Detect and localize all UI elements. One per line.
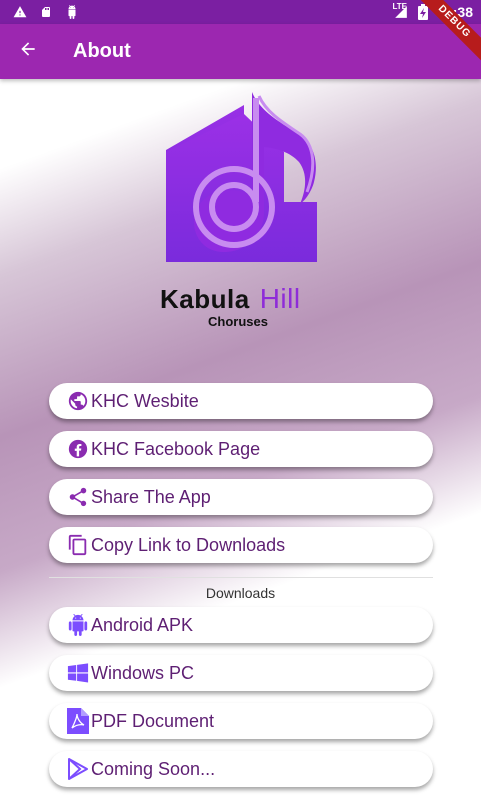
page-title: About: [73, 40, 131, 62]
windows-icon: [66, 661, 90, 685]
android-icon: [66, 613, 90, 637]
android-notification-icon: [64, 4, 80, 20]
copy-link-button[interactable]: Copy Link to Downloads: [49, 527, 433, 563]
brand-name: Kabula: [160, 284, 250, 314]
about-content: Kabula Hill Choruses KHC Wesbite KHC Fac…: [0, 79, 481, 800]
share-app-button-label: Share The App: [91, 486, 211, 507]
windows-pc-button-label: Windows PC: [91, 662, 195, 683]
app-bar: About: [0, 24, 481, 79]
facebook-button-label: KHC Facebook Page: [91, 438, 261, 459]
brand-subtitle: Choruses: [208, 314, 268, 329]
kabula-hill-logo: [166, 92, 317, 262]
coming-soon-button-label: Coming Soon...: [91, 758, 216, 779]
share-icon: [66, 485, 90, 509]
brand-title: Kabula Hill: [160, 283, 301, 315]
windows-pc-button[interactable]: Windows PC: [49, 655, 433, 691]
status-bar: LTE 10:38: [0, 0, 481, 24]
share-app-button[interactable]: Share The App: [49, 479, 433, 515]
downloads-heading: Downloads: [205, 585, 276, 601]
android-apk-button-label: Android APK: [91, 614, 194, 635]
pdf-document-button[interactable]: PDF Document: [49, 703, 433, 739]
copy-link-button-label: Copy Link to Downloads: [91, 534, 286, 555]
brand-accent: Hill: [259, 283, 301, 314]
back-button[interactable]: [0, 24, 56, 79]
warning-icon: [12, 4, 28, 20]
copy-icon: [66, 533, 90, 557]
facebook-button[interactable]: KHC Facebook Page: [49, 431, 433, 467]
pdf-document-button-label: PDF Document: [91, 710, 215, 731]
status-left-icons: [0, 4, 80, 20]
coming-soon-button[interactable]: Coming Soon...: [49, 751, 433, 787]
website-button[interactable]: KHC Wesbite: [49, 383, 433, 419]
facebook-icon: [66, 437, 90, 461]
globe-icon: [66, 389, 90, 413]
pdf-icon: [66, 708, 90, 734]
network-type: LTE: [392, 2, 407, 11]
play-store-icon: [66, 757, 90, 781]
divider: [49, 577, 433, 578]
arrow-back-icon: [18, 39, 38, 64]
sd-card-icon: [38, 4, 54, 20]
website-button-label: KHC Wesbite: [91, 390, 199, 411]
android-apk-button[interactable]: Android APK: [49, 607, 433, 643]
